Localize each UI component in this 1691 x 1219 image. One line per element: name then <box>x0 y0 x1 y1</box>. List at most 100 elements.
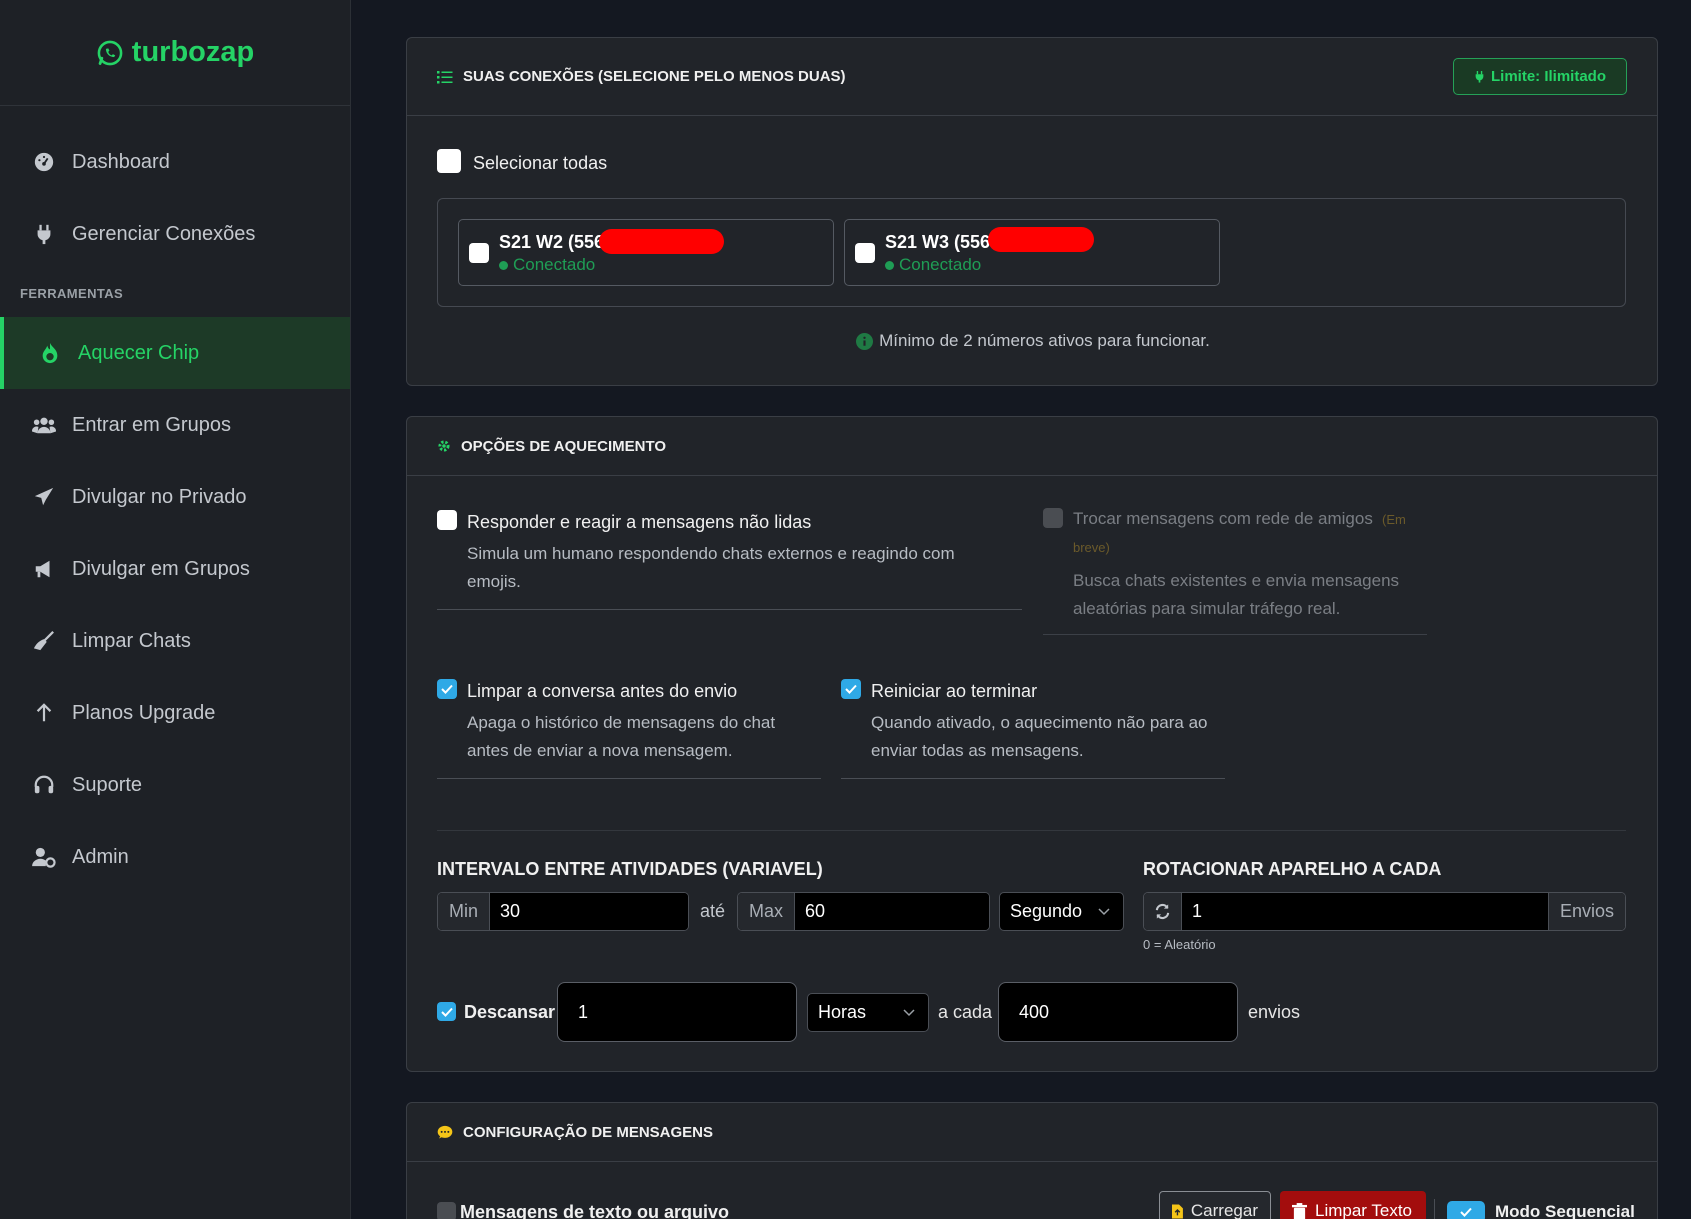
rest-count-input[interactable]: 400 <box>998 982 1238 1042</box>
interval-ate-label: até <box>700 901 726 921</box>
load-button[interactable]: Carregar <box>1159 1191 1271 1219</box>
rest-unit-select[interactable]: Horas <box>807 993 929 1032</box>
connections-title: SUAS CONEXÕES (SELECIONE PELO MENOS DUAS… <box>463 68 846 85</box>
options-card: OPÇÕES DE AQUECIMENTO Responder e reagir… <box>406 416 1658 1072</box>
sidebar-item-entrar-grupos[interactable]: Entrar em Grupos <box>0 389 350 461</box>
sidebar-item-dashboard[interactable]: Dashboard <box>0 126 350 198</box>
connection-checkbox[interactable] <box>855 243 875 263</box>
fire-icon <box>38 341 62 365</box>
sidebar-item-admin[interactable]: Admin <box>0 821 350 893</box>
sidebar-item-label: Entrar em Grupos <box>72 413 231 436</box>
interval-max-input[interactable]: 60 <box>795 893 989 930</box>
clear-title: Limpar a conversa antes do envio <box>467 681 738 701</box>
select-all-label: Selecionar todas <box>473 153 608 173</box>
arrow-up-icon <box>32 701 56 725</box>
limit-badge[interactable]: Limite: Ilimitado <box>1452 58 1627 95</box>
megaphone-icon <box>32 557 56 581</box>
restart-desc-line2: enviar todas as mensagens. <box>871 741 1084 760</box>
redaction-mark <box>599 229 724 254</box>
clear-text-button-label: Limpar Texto <box>1315 1201 1413 1219</box>
gear-icon <box>438 440 450 452</box>
sidebar-item-suporte[interactable]: Suporte <box>0 749 350 821</box>
file-upload-icon <box>1172 1203 1183 1219</box>
sidebar-item-connections[interactable]: Gerenciar Conexões <box>0 198 350 270</box>
list-icon <box>437 70 453 83</box>
respond-title: Responder e reagir a mensagens não lidas <box>467 512 812 532</box>
whatsapp-icon <box>97 40 123 65</box>
brand-header: turbozap <box>0 0 350 106</box>
section-label-tools: FERRAMENTAS <box>20 286 124 301</box>
status-dot-icon <box>885 260 894 270</box>
sync-icon <box>1155 903 1170 920</box>
divider <box>437 609 1022 610</box>
check-icon <box>441 684 453 694</box>
rest-value-input[interactable]: 1 <box>557 982 797 1042</box>
sidebar-item-label: Gerenciar Conexões <box>72 222 256 245</box>
connection-checkbox[interactable] <box>469 243 489 263</box>
sequential-mode-label: Modo Sequencial <box>1495 1202 1635 1219</box>
limit-badge-label: Limite: Ilimitado <box>1490 68 1606 85</box>
sequential-mode-checkbox[interactable] <box>1447 1201 1485 1219</box>
connection-status: Conectado <box>885 255 981 275</box>
respond-checkbox[interactable] <box>437 510 457 530</box>
clear-desc-line2: antes de enviar a nova mensagem. <box>467 741 733 760</box>
rotate-suffix: Envios <box>1547 893 1625 930</box>
interval-min-input[interactable]: 30 <box>490 893 688 930</box>
clear-checkbox[interactable] <box>437 679 457 699</box>
vertical-divider <box>1434 1199 1435 1219</box>
select-all-row[interactable]: Selecionar todas <box>437 147 607 174</box>
section-divider <box>437 830 1626 831</box>
interval-label: INTERVALO ENTRE ATIVIDADES (VARIAVEL) <box>437 859 823 879</box>
rotate-field[interactable]: 1 Envios <box>1143 892 1626 931</box>
rest-a-cada-label: a cada <box>938 1002 993 1022</box>
divider <box>437 778 821 779</box>
select-all-checkbox[interactable] <box>437 148 461 173</box>
brand-name: turbozap <box>131 36 255 68</box>
connection-status-label: Conectado <box>899 255 982 274</box>
friends-soon-badge-2: breve) <box>1073 540 1110 555</box>
brand-logo[interactable]: turbozap <box>96 36 254 69</box>
sidebar-item-divulgar-grupos[interactable]: Divulgar em Grupos <box>0 533 350 605</box>
min-note-text: Mínimo de 2 números ativos para funciona… <box>879 331 1210 350</box>
connections-list: S21 W2 (5567 Conectado S21 W3 (556 Conec… <box>437 198 1626 307</box>
chevron-down-icon <box>903 1009 915 1017</box>
clear-text-button[interactable]: Limpar Texto <box>1280 1191 1426 1219</box>
rest-unit-value: Horas <box>818 1002 867 1022</box>
gauge-icon <box>32 150 56 174</box>
connection-item[interactable]: S21 W2 (5567 Conectado <box>458 219 834 286</box>
min-note: Mínimo de 2 números ativos para funciona… <box>407 331 1659 351</box>
friends-desc-line2: aleatórias para simular tráfego real. <box>1073 599 1341 618</box>
friends-soon-badge: (Em <box>1382 512 1406 527</box>
interval-max-field[interactable]: Max 60 <box>737 892 990 931</box>
text-or-file-checkbox[interactable] <box>437 1202 456 1219</box>
interval-unit-select[interactable]: Segundo <box>999 892 1124 931</box>
paper-plane-icon <box>32 485 56 509</box>
sidebar-item-limpar-chats[interactable]: Limpar Chats <box>0 605 350 677</box>
rest-checkbox[interactable] <box>437 1002 456 1021</box>
rotate-hint: 0 = Aleatório <box>1143 937 1216 952</box>
rotate-input[interactable]: 1 <box>1182 893 1548 930</box>
sidebar: turbozap Dashboard Gerenciar Conexões FE… <box>0 0 351 1219</box>
interval-min-field[interactable]: Min 30 <box>437 892 689 931</box>
restart-title: Reiniciar ao terminar <box>871 681 1038 701</box>
sidebar-item-label: Divulgar em Grupos <box>72 557 250 580</box>
sidebar-item-aquecer-chip[interactable]: Aquecer Chip <box>0 317 350 389</box>
options-card-header: OPÇÕES DE AQUECIMENTO <box>407 417 1657 476</box>
sequential-mode-toggle[interactable]: Modo Sequencial <box>1447 1201 1635 1219</box>
redaction-mark <box>988 227 1094 252</box>
interval-unit-value: Segundo <box>1010 901 1083 921</box>
sidebar-item-planos-upgrade[interactable]: Planos Upgrade <box>0 677 350 749</box>
connection-name: S21 W2 (5567 <box>499 232 615 252</box>
restart-checkbox[interactable] <box>841 679 861 699</box>
sidebar-item-label: Aquecer Chip <box>78 341 200 364</box>
respond-desc-line2: emojis. <box>467 572 521 591</box>
rest-label: Descansar <box>464 1002 556 1022</box>
users-icon <box>32 413 56 437</box>
plug-icon <box>32 222 56 246</box>
sidebar-item-label: Dashboard <box>72 150 170 173</box>
sidebar-item-divulgar-privado[interactable]: Divulgar no Privado <box>0 461 350 533</box>
connection-name: S21 W3 (556 <box>885 232 991 252</box>
interval-min-addon: Min <box>438 893 491 930</box>
trash-icon <box>1292 1202 1307 1219</box>
connection-item[interactable]: S21 W3 (556 Conectado <box>844 219 1220 286</box>
